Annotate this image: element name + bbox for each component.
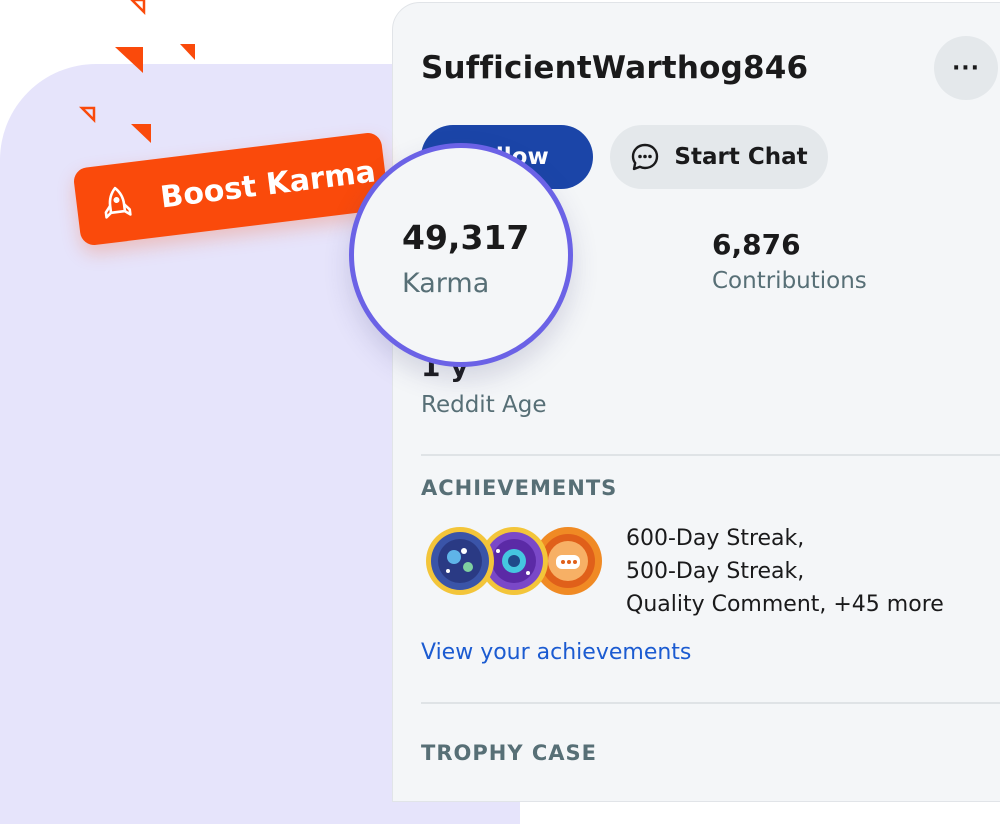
contributions-label: Contributions <box>712 268 867 294</box>
section-divider <box>421 702 1000 704</box>
start-chat-button[interactable]: Start Chat <box>610 125 828 189</box>
achievement-line: 500-Day Streak, <box>626 559 805 584</box>
confetti-decoration <box>78 0 195 143</box>
reddit-age-label: Reddit Age <box>421 392 547 418</box>
section-divider <box>421 454 1000 456</box>
karma-value: 49,317 <box>402 218 530 257</box>
start-chat-label: Start Chat <box>674 144 808 170</box>
karma-label: Karma <box>402 268 490 299</box>
karma-magnifier: 49,317 Karma <box>349 143 573 367</box>
profile-username: SufficientWarthog846 <box>421 50 809 86</box>
contributions-value: 6,876 <box>712 228 801 261</box>
more-options-button[interactable]: ··· <box>934 36 998 100</box>
view-achievements-link[interactable]: View your achievements <box>421 640 691 665</box>
ellipsis-icon: ··· <box>951 55 981 81</box>
boost-karma-label: Boost Karma <box>158 153 378 216</box>
trophy-case-title: TROPHY CASE <box>421 741 597 765</box>
achievements-title: ACHIEVEMENTS <box>421 476 618 500</box>
600-day-streak-badge-icon <box>426 527 494 595</box>
rocket-icon <box>104 186 132 219</box>
achievement-line: Quality Comment, +45 more <box>626 592 944 617</box>
achievements-summary: 600-Day Streak, 500-Day Streak, Quality … <box>626 522 944 621</box>
chat-bubble-icon <box>632 143 659 171</box>
achievement-badges <box>424 525 604 599</box>
achievement-line: 600-Day Streak, <box>626 526 805 551</box>
